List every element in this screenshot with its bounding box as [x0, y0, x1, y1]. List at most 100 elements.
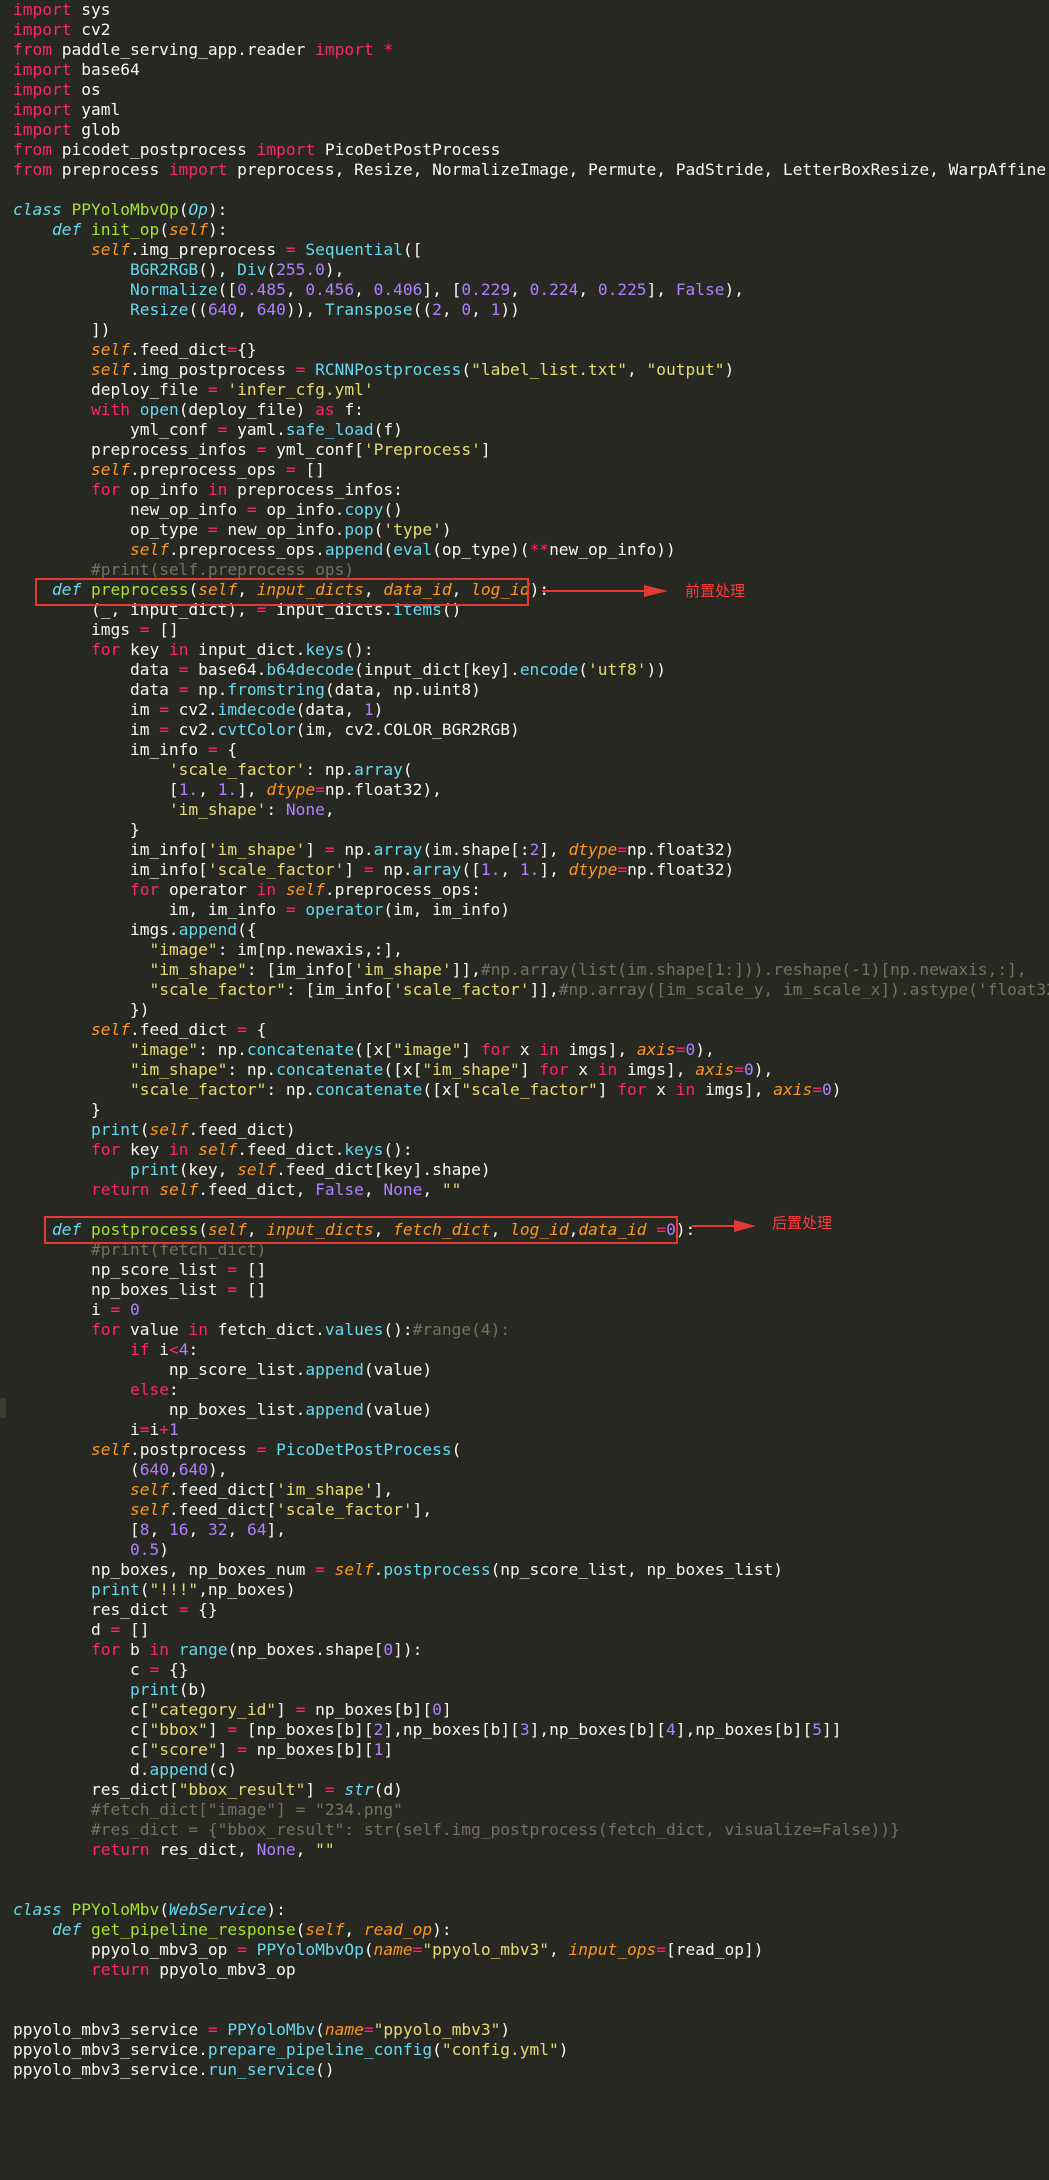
code-token: 'im_shape' — [354, 960, 452, 979]
code-token: { — [217, 740, 238, 759]
code-token: keys — [305, 640, 345, 659]
code-token: 640 — [256, 300, 286, 319]
code-token: .feed_dict. — [237, 1140, 345, 1159]
code-token: (value) — [363, 1360, 433, 1379]
code-token: ] — [344, 860, 364, 879]
code-editor[interactable]: import sys import cv2 from paddle_serving_… — [0, 0, 1049, 2180]
code-token: if — [129, 1340, 150, 1359]
code-token: = — [734, 1060, 745, 1079]
code-area[interactable]: import sys import cv2 from paddle_serving_… — [13, 0, 1049, 2080]
code-token: = — [285, 240, 296, 259]
code-token: b64decode — [266, 660, 355, 679]
code-token: ) — [558, 2040, 569, 2059]
code-token: (data, np.uint8) — [324, 680, 481, 699]
code-line: "image": im[np.newaxis,:], — [13, 940, 1049, 960]
code-token: for — [90, 1140, 121, 1159]
code-token: 2 — [529, 840, 540, 859]
code-line: data = np.fromstring(data, np.uint8) — [13, 680, 1049, 700]
code-token: : np. — [266, 1080, 316, 1099]
code-token: self — [168, 220, 208, 239]
code-token: self — [334, 1560, 374, 1579]
code-token: 0 — [685, 1040, 696, 1059]
code-token: (deploy_file) — [178, 400, 316, 419]
code-line: (640,640), — [13, 1460, 1049, 1480]
code-token: concatenate — [246, 1040, 355, 1059]
code-token: = — [178, 680, 189, 699]
code-token: , — [578, 280, 598, 299]
code-token: #np.array(list(im.shape[1:])).reshape(-1… — [480, 960, 1027, 979]
code-line: return res_dict, None, "" — [13, 1840, 1049, 1860]
code-line: res_dict["bbox_result"] = str(d) — [13, 1780, 1049, 1800]
code-token: self — [90, 240, 130, 259]
code-token: 1. — [480, 860, 501, 879]
code-token: d. — [13, 1760, 150, 1779]
code-token: False — [315, 1180, 364, 1199]
code-token: [ — [13, 1520, 140, 1539]
code-token: ) — [831, 1080, 842, 1099]
code-token: else — [129, 1380, 169, 1399]
code-line: self.postprocess = PicoDetPostProcess( — [13, 1440, 1049, 1460]
code-token: 0 — [744, 1060, 754, 1079]
code-token: = — [139, 1420, 150, 1439]
code-line: im = cv2.cvtColor(im, cv2.COLOR_BGR2RGB) — [13, 720, 1049, 740]
code-token: ] — [441, 1700, 452, 1719]
code-token: ppyolo_mbv3_op — [149, 1960, 296, 1979]
code-token: for — [129, 880, 160, 899]
code-token: new_op_info — [13, 500, 247, 519]
code-token: = — [656, 1940, 667, 1959]
code-token: , — [324, 800, 335, 819]
code-token: = — [363, 2020, 374, 2039]
code-line: d = [] — [13, 1620, 1049, 1640]
code-token: i — [149, 1340, 169, 1359]
code-line: "scale_factor": [im_info['scale_factor']… — [13, 980, 1049, 1000]
code-token: , — [295, 1840, 316, 1859]
code-line: import sys — [13, 0, 1049, 20]
code-token: #range(4): — [412, 1320, 511, 1339]
code-token: (np_score_list, np_boxes_list) — [490, 1560, 783, 1579]
code-token: ): — [207, 200, 228, 219]
code-token: ], — [373, 1480, 394, 1499]
code-token: 0.225 — [597, 280, 647, 299]
code-token: = — [139, 620, 150, 639]
code-line: def init_op(self): — [13, 220, 1049, 240]
code-token: (key, — [178, 1160, 238, 1179]
code-token: .img_preprocess — [129, 240, 286, 259]
code-token: "bbox" — [149, 1720, 208, 1739]
code-token: for — [90, 480, 121, 499]
code-token: append — [305, 1360, 364, 1379]
code-token: value — [120, 1320, 189, 1339]
code-token: 'im_shape' — [168, 800, 267, 819]
code-token: ] — [305, 1780, 325, 1799]
code-token: fetch_dict. — [207, 1320, 325, 1339]
code-line: i=i+1 — [13, 1420, 1049, 1440]
code-token: dtype — [266, 780, 316, 799]
code-token: base64. — [188, 660, 267, 679]
code-line: np_score_list.append(value) — [13, 1360, 1049, 1380]
code-token: = — [227, 1280, 238, 1299]
code-token: in — [675, 1080, 696, 1099]
code-token: preprocess — [51, 160, 169, 179]
code-token: ), — [207, 1460, 228, 1479]
code-token: #print(self.preprocess_ops) — [90, 560, 355, 579]
code-token: ( — [139, 1580, 150, 1599]
code-line: im = cv2.imdecode(data, 1) — [13, 700, 1049, 720]
code-line: im_info['scale_factor'] = np.array([1., … — [13, 860, 1049, 880]
code-token: im_info[ — [13, 840, 208, 859]
code-token: 0.456 — [305, 280, 355, 299]
code-token: ): — [432, 1920, 452, 1939]
code-token: .feed_dict[ — [168, 1500, 277, 1519]
code-line: Normalize([0.485, 0.456, 0.406], [0.229,… — [13, 280, 1049, 300]
code-token: i — [149, 1420, 160, 1439]
code-token: imgs], — [558, 1040, 637, 1059]
code-token: in — [188, 1320, 208, 1339]
code-token: ( — [139, 1120, 150, 1139]
code-token: 0 — [383, 1640, 394, 1659]
